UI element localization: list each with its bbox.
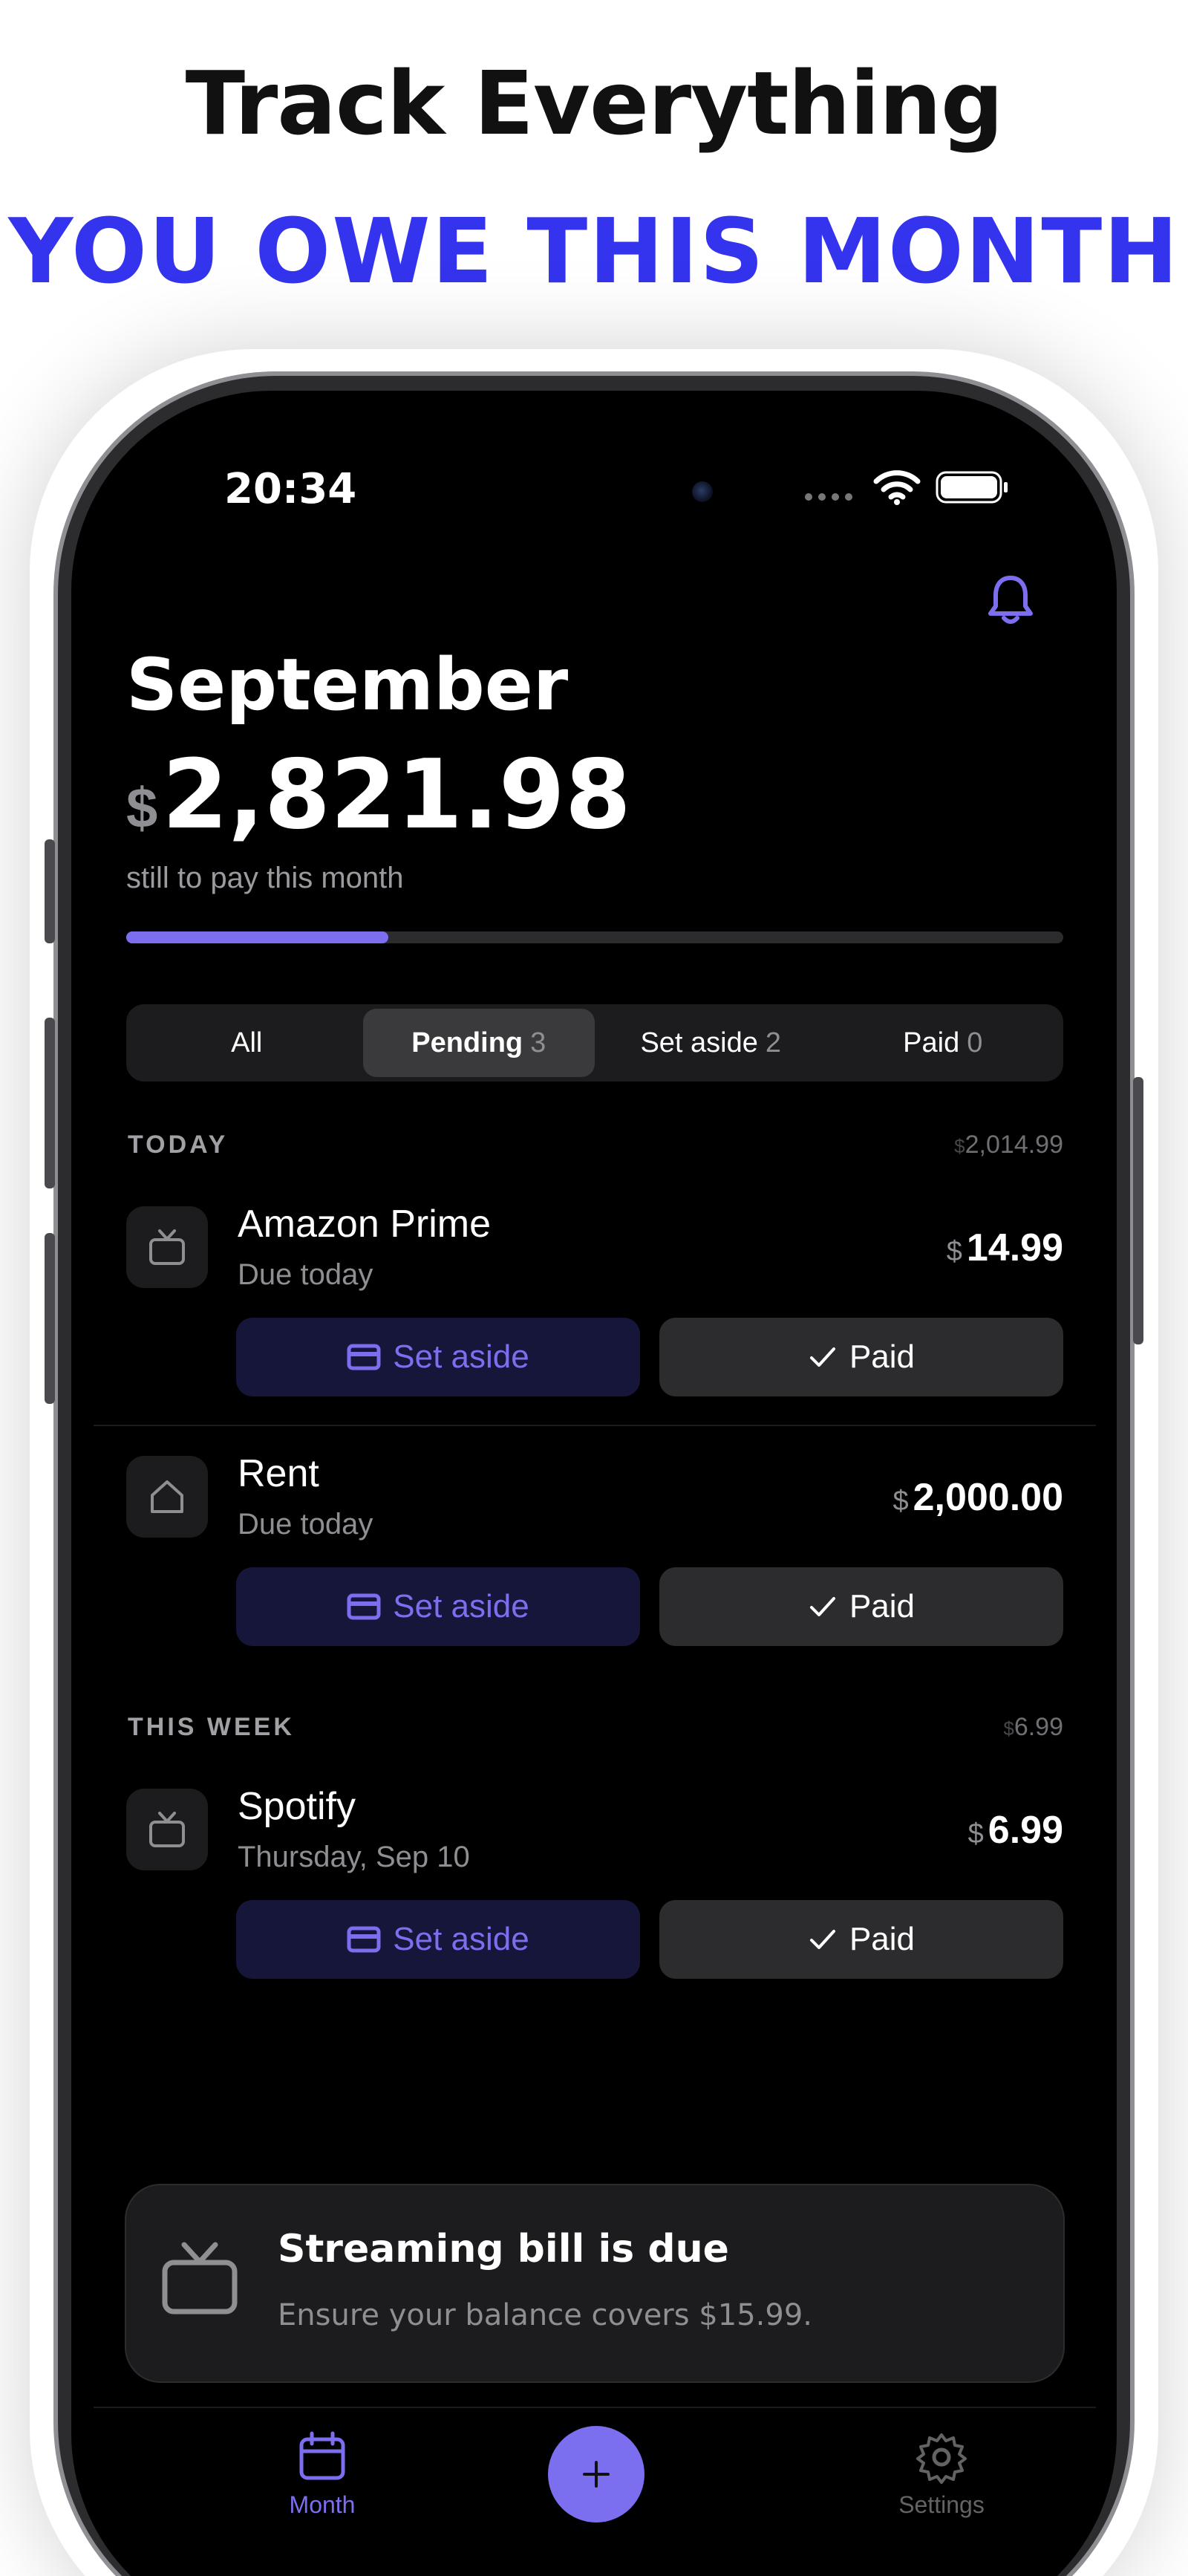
tv-icon [149,1812,185,1847]
tab-set-aside[interactable]: Set aside 2 [595,1009,827,1077]
set-aside-button-spotify[interactable]: Set aside [236,1900,640,1979]
checkmark-icon [809,1930,835,1949]
progress-bar [126,931,1063,943]
notification-title: Streaming bill is due [278,2227,729,2271]
set-aside-button-rent[interactable]: Set aside [236,1567,640,1646]
set-aside-label: Set aside [393,1921,529,1957]
headline-title: Track Everything [185,52,1004,155]
paid-button-spotify[interactable]: Paid [659,1900,1063,1979]
checkmark-icon [809,1597,835,1616]
bill-amount-rent: $2,000.00 [692,1475,1063,1520]
paid-button-rent[interactable]: Paid [659,1567,1063,1646]
section-total-today: $2,014.99 [841,1131,1063,1159]
tab-paid-label: Paid [903,1027,960,1058]
tabbar-month[interactable]: Month [248,2430,396,2519]
bill-amount-value: 2,000.00 [913,1476,1063,1519]
section-total-value: 2,014.99 [965,1131,1063,1159]
signal-icon [805,493,852,501]
volume-up-button [45,1018,55,1188]
mute-switch [45,839,55,943]
power-button [1133,1077,1143,1344]
plus-icon [583,2461,610,2488]
tv-icon [162,2242,238,2315]
tab-set-aside-count: 2 [765,1027,782,1058]
paid-label: Paid [849,1921,916,1957]
bill-name-amazon: Amazon Prime [238,1203,491,1246]
tab-paid[interactable]: Paid 0 [827,1009,1060,1077]
set-aside-button-amazon[interactable]: Set aside [236,1318,640,1396]
amount-due: $ 2,821.98 [126,740,631,850]
bill-currency: $ [946,1236,962,1267]
bill-due-rent: Due today [238,1508,373,1541]
bill-due-amazon: Due today [238,1258,373,1291]
volume-down-button [45,1233,55,1404]
bill-icon-amazon [126,1206,208,1288]
tabbar-divider [94,2407,1096,2408]
add-bill-button[interactable] [548,2426,644,2523]
phone-screen: 20:34 September $ 2,821.98 still to pay … [71,391,1117,2576]
paid-label: Paid [849,1339,916,1375]
card-icon [347,1926,381,1953]
amount-currency: $ [126,777,158,840]
calendar-icon [299,2431,345,2480]
tab-pending-label: Pending [411,1027,523,1058]
notification-body: Ensure your balance covers $15.99. [278,2298,812,2332]
bill-icon-rent [126,1456,208,1538]
section-total-currency: $ [1003,1717,1014,1740]
card-icon [347,1593,381,1620]
tabbar-settings[interactable]: Settings [867,2430,1016,2519]
tabbar-settings-label: Settings [898,2491,985,2518]
tab-all[interactable]: All [131,1009,363,1077]
notification-card[interactable]: Streaming bill is due Ensure your balanc… [125,2184,1065,2383]
set-aside-label: Set aside [393,1339,529,1375]
bill-amount-amazon: $14.99 [692,1226,1063,1270]
amount-caption: still to pay this month [126,862,404,894]
tab-pending-count: 3 [530,1027,546,1058]
house-icon [151,1480,183,1513]
battery-icon [936,471,1008,504]
section-total-this-week: $6.99 [841,1713,1063,1742]
bill-amount-value: 14.99 [966,1226,1063,1269]
bill-currency: $ [967,1818,984,1850]
tabbar-month-label: Month [289,2491,356,2518]
tab-all-label: All [231,1027,263,1058]
tab-paid-count: 0 [967,1027,983,1058]
bill-amount-value: 6.99 [988,1809,1063,1852]
progress-fill [126,931,389,943]
tab-set-aside-label: Set aside [640,1027,758,1058]
status-time: 20:34 [224,465,357,513]
bill-name-rent: Rent [238,1452,319,1495]
wifi-icon [873,470,921,505]
section-total-currency: $ [954,1135,965,1157]
section-label-today: TODAY [128,1131,229,1159]
filter-tabs: All Pending 3 Set aside 2 Paid 0 [126,1004,1063,1082]
amount-value: 2,821.98 [162,740,631,850]
paid-button-amazon[interactable]: Paid [659,1318,1063,1396]
row-divider [94,1425,1096,1426]
bill-icon-spotify [126,1789,208,1870]
front-camera [692,481,713,502]
bill-name-spotify: Spotify [238,1785,356,1828]
bill-amount-spotify: $6.99 [692,1808,1063,1853]
checkmark-icon [809,1347,835,1367]
headline-subtitle: YOU OWE THIS MONTH [8,201,1180,304]
bill-due-spotify: Thursday, Sep 10 [238,1841,470,1873]
card-icon [347,1344,381,1370]
month-title: September [126,643,569,726]
set-aside-label: Set aside [393,1588,529,1624]
bell-icon[interactable] [986,573,1035,627]
tv-icon [149,1229,185,1265]
tab-pending[interactable]: Pending 3 [362,1009,595,1077]
bill-currency: $ [892,1486,909,1517]
paid-label: Paid [849,1588,916,1624]
gear-icon [916,2433,967,2484]
section-label-this-week: THIS WEEK [128,1713,295,1741]
section-total-value: 6.99 [1014,1713,1063,1741]
